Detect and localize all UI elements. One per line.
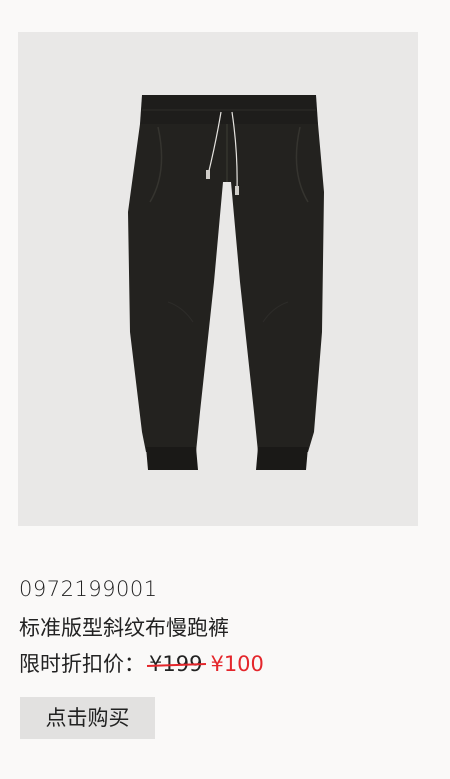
sale-price: ¥100 xyxy=(210,652,264,676)
product-image[interactable] xyxy=(18,32,418,526)
buy-button[interactable]: 点击购买 xyxy=(20,697,155,739)
product-card: 0972199001 标准版型斜纹布慢跑裤 限时折扣价： ¥199 ¥100 点击购… xyxy=(0,0,450,779)
price-label: 限时折扣价： xyxy=(19,652,145,676)
original-price: ¥199 xyxy=(146,650,207,678)
price-row: 限时折扣价： ¥199 ¥100 xyxy=(19,650,264,678)
jogger-pants-illustration xyxy=(128,95,324,470)
product-name[interactable]: 标准版型斜纹布慢跑裤 xyxy=(19,614,229,642)
product-sku: 0972199001 xyxy=(19,577,158,601)
